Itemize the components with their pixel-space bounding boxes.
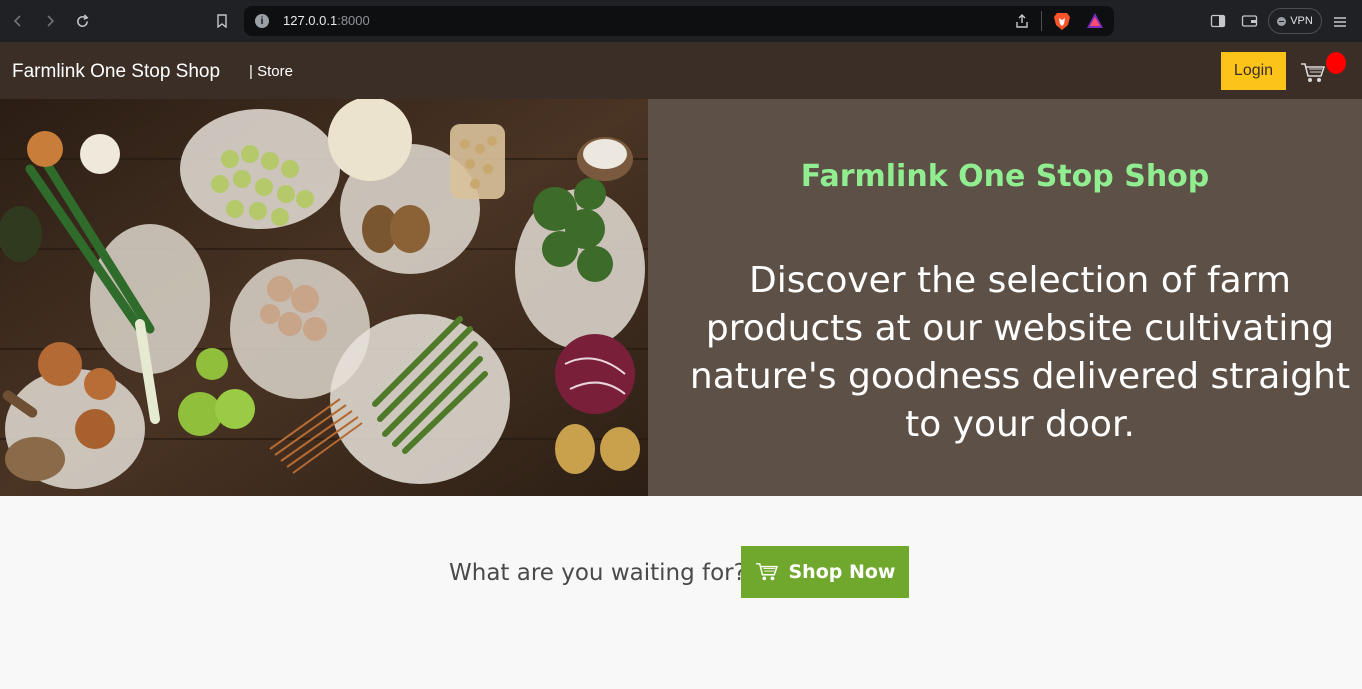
shop-now-button[interactable]: Shop Now bbox=[741, 546, 909, 598]
cta-prompt: What are you waiting for? bbox=[449, 560, 746, 586]
back-icon[interactable] bbox=[8, 11, 28, 31]
vpn-status-icon bbox=[1277, 16, 1287, 26]
site-info-icon[interactable]: i bbox=[255, 14, 269, 28]
hero-description: Discover the selection of farm products … bbox=[689, 260, 1351, 445]
hero-title: Farmlink One Stop Shop bbox=[800, 159, 1210, 194]
brave-shields-icon[interactable] bbox=[1053, 11, 1071, 35]
address-bar[interactable]: i 127.0.0.1:8000 bbox=[244, 6, 1114, 36]
share-icon[interactable] bbox=[1014, 13, 1030, 33]
reload-icon[interactable] bbox=[72, 11, 92, 31]
login-button[interactable]: Login bbox=[1221, 52, 1286, 90]
forward-icon[interactable] bbox=[40, 11, 60, 31]
shop-now-label: Shop Now bbox=[788, 561, 896, 583]
sidebar-toggle-icon[interactable] bbox=[1210, 13, 1226, 33]
browser-toolbar: i 127.0.0.1:8000 VPN bbox=[0, 0, 1362, 42]
url-text: 127.0.0.1:8000 bbox=[283, 13, 370, 28]
brave-rewards-icon[interactable] bbox=[1086, 12, 1104, 33]
url-port: :8000 bbox=[337, 13, 370, 28]
cart-button[interactable] bbox=[1300, 52, 1350, 90]
hero-produce-image bbox=[0, 99, 648, 496]
hero-panel: Farmlink One Stop Shop Discover the sele… bbox=[648, 99, 1362, 496]
url-host: 127.0.0.1 bbox=[283, 13, 338, 28]
vpn-button[interactable]: VPN bbox=[1268, 8, 1322, 34]
urlbar-divider bbox=[1041, 11, 1042, 31]
cart-badge bbox=[1326, 52, 1346, 74]
bookmark-icon[interactable] bbox=[212, 11, 232, 31]
menu-icon[interactable] bbox=[1333, 14, 1347, 33]
store-link[interactable]: | Store bbox=[249, 63, 293, 80]
site-navbar: Farmlink One Stop Shop | Store Login bbox=[0, 42, 1362, 99]
cart-icon bbox=[755, 563, 778, 581]
wallet-icon[interactable] bbox=[1241, 13, 1258, 33]
cart-icon bbox=[1301, 63, 1326, 82]
vpn-label: VPN bbox=[1290, 15, 1313, 27]
brand-link[interactable]: Farmlink One Stop Shop bbox=[12, 61, 220, 83]
